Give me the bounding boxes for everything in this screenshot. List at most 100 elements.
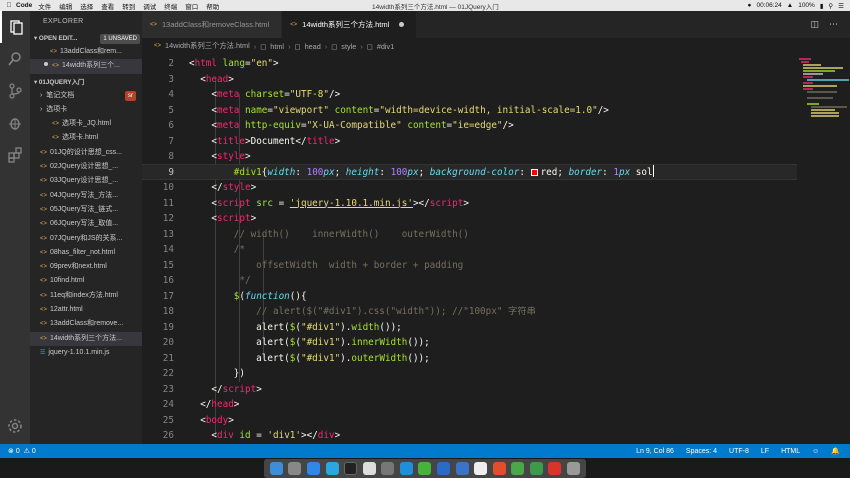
menu-list-icon[interactable]: ☰ [838, 2, 844, 10]
wifi-icon[interactable]: ▲ [787, 2, 793, 9]
menu-help[interactable]: 帮助 [206, 1, 219, 11]
tree-file[interactable]: <> 02JQuery设计思想_... [30, 160, 142, 174]
tree-file[interactable]: ☰ jquery-1.10.1.min.js [30, 346, 142, 360]
warnings-icon[interactable]: ⚠ [24, 447, 30, 455]
editor-actions: ◫ ⋯ [810, 11, 850, 38]
calendar-icon[interactable] [362, 462, 376, 475]
encoding[interactable]: UTF-8 [729, 448, 749, 455]
tree-folder[interactable]: › 选项卡 [30, 103, 142, 117]
vscode-icon[interactable] [436, 462, 450, 475]
language-mode[interactable]: HTML [781, 448, 800, 455]
app-menu[interactable]: Code [16, 2, 32, 9]
apple-icon[interactable]:  [4, 2, 14, 9]
code-editor[interactable]: 2 <html lang="en"> 3 <head> 4 <meta chars… [142, 54, 797, 444]
tree-file[interactable]: <> 06JQuery写法_取值... [30, 217, 142, 231]
tree-file[interactable]: <> 选项卡_JQ.html [30, 117, 142, 131]
line-number: 5 [168, 104, 174, 116]
settings-gear-icon[interactable] [0, 410, 30, 442]
html-file-icon: <> [40, 178, 48, 185]
open-editor-item[interactable]: <> 13addClass和rem... [30, 45, 142, 59]
explorer-icon[interactable] [0, 11, 30, 43]
warning-count[interactable]: 0 [32, 448, 36, 455]
tree-file[interactable]: <> 07JQuery和JS的关系... [30, 232, 142, 246]
tree-file[interactable]: <> 03JQuery设计思想_... [30, 174, 142, 188]
bell-icon[interactable]: 🔔 [831, 447, 840, 455]
launchpad-icon[interactable] [288, 462, 302, 475]
split-editor-icon[interactable]: ◫ [810, 19, 819, 30]
unsaved-dot-icon[interactable] [399, 22, 405, 27]
chrome-icon[interactable] [511, 462, 525, 475]
preview-icon[interactable] [381, 462, 395, 475]
tree-file[interactable]: <> 14width系列三个方法... [30, 331, 142, 346]
tree-file[interactable]: <> 09prev和next.html [30, 260, 142, 274]
breadcrumb-head[interactable]: head [305, 42, 321, 51]
menu-window[interactable]: 窗口 [185, 1, 198, 11]
line-number: 2 [168, 58, 174, 69]
xcode-icon[interactable] [325, 462, 339, 475]
record-icon[interactable]: ● [748, 2, 752, 9]
tree-file[interactable]: <> 01JQ的设计思想_css... [30, 146, 142, 160]
minimap[interactable] [797, 54, 850, 444]
firefox-icon[interactable] [492, 462, 506, 475]
end-of-line[interactable]: LF [761, 448, 769, 455]
menu-go[interactable]: 转到 [122, 1, 135, 11]
terminal-icon[interactable] [344, 462, 358, 475]
excel-icon[interactable] [529, 462, 543, 475]
smiley-feedback-icon[interactable]: ☺ [812, 448, 819, 455]
debug-icon[interactable] [0, 107, 30, 139]
finder-icon[interactable] [269, 462, 283, 475]
tree-file[interactable]: <> 13addClass和remove... [30, 317, 142, 331]
search-icon[interactable] [0, 43, 30, 75]
tree-folder[interactable]: › 笔记文档 sr [30, 89, 142, 103]
menu-file[interactable]: 文件 [38, 1, 51, 11]
open-editor-item-active[interactable]: <> 14width系列三个... [30, 59, 142, 74]
code-line: 6 <meta http-equiv="X-UA-Compatible" con… [142, 118, 797, 134]
menu-edit[interactable]: 编辑 [59, 1, 72, 11]
tree-file[interactable]: <> 04JQuery写法_方法... [30, 189, 142, 203]
tab-13addclass[interactable]: <> 13addClass和removeClass.html [142, 11, 283, 38]
tab-14width[interactable]: <> 14width系列三个方法.html [282, 11, 418, 38]
trash-icon[interactable] [567, 462, 581, 475]
tree-item-label: 14width系列三个方法... [50, 334, 122, 342]
cursor-position[interactable]: Ln 9, Col 86 [636, 448, 674, 455]
breadcrumb-div1[interactable]: #div1 [377, 42, 394, 51]
app-store-icon[interactable] [399, 462, 413, 475]
video-recorder-icon[interactable] [548, 462, 562, 475]
html-file-icon: <> [154, 43, 162, 49]
tree-file[interactable]: <> 11eq和index方法.html [30, 289, 142, 303]
qq-icon[interactable] [474, 462, 488, 475]
color-swatch-icon[interactable] [530, 169, 538, 176]
sr-badge: sr [125, 90, 136, 101]
indentation[interactable]: Spaces: 4 [686, 448, 717, 455]
menu-terminal[interactable]: 终端 [164, 1, 177, 11]
menu-debug[interactable]: 调试 [143, 1, 156, 11]
more-actions-icon[interactable]: ⋯ [829, 19, 838, 30]
code-line: 19 alert($("#div1").width()); [142, 320, 797, 336]
extensions-icon[interactable] [0, 139, 30, 171]
html-file-icon: <> [40, 221, 48, 228]
menu-selection[interactable]: 选择 [80, 1, 93, 11]
code-line: 8 <style> [142, 149, 797, 165]
tree-file[interactable]: <> 选项卡.html [30, 131, 142, 145]
line-number: 17 [162, 290, 174, 302]
breadcrumb-style[interactable]: style [341, 42, 356, 51]
photoshop-icon[interactable] [455, 462, 469, 475]
html-file-icon: <> [40, 264, 48, 271]
tree-file[interactable]: <> 05JQuery写法_链式... [30, 203, 142, 217]
tree-file[interactable]: <> 10find.html [30, 274, 142, 288]
battery-icon[interactable]: ▮ [820, 2, 824, 10]
line-number: 10 [162, 182, 174, 193]
source-control-icon[interactable] [0, 75, 30, 107]
safari-icon[interactable] [306, 462, 320, 475]
project-header[interactable]: ▾ 01JQUERY入门 [30, 77, 142, 89]
errors-icon[interactable]: ⊗ [8, 447, 14, 455]
search-icon[interactable]: ⚲ [828, 2, 833, 10]
breadcrumb-file[interactable]: 14width系列三个方法.html [165, 41, 250, 51]
breadcrumb-html[interactable]: html [270, 42, 284, 51]
open-editors-header[interactable]: ▾ OPEN EDIT... 1 UNSAVED [30, 33, 142, 45]
tree-file[interactable]: <> 08has_filter_not.html [30, 246, 142, 260]
tree-file[interactable]: <> 12attr.html [30, 303, 142, 317]
error-count[interactable]: 0 [16, 448, 20, 455]
wechat-icon[interactable] [418, 462, 432, 475]
menu-view[interactable]: 查看 [101, 1, 114, 11]
